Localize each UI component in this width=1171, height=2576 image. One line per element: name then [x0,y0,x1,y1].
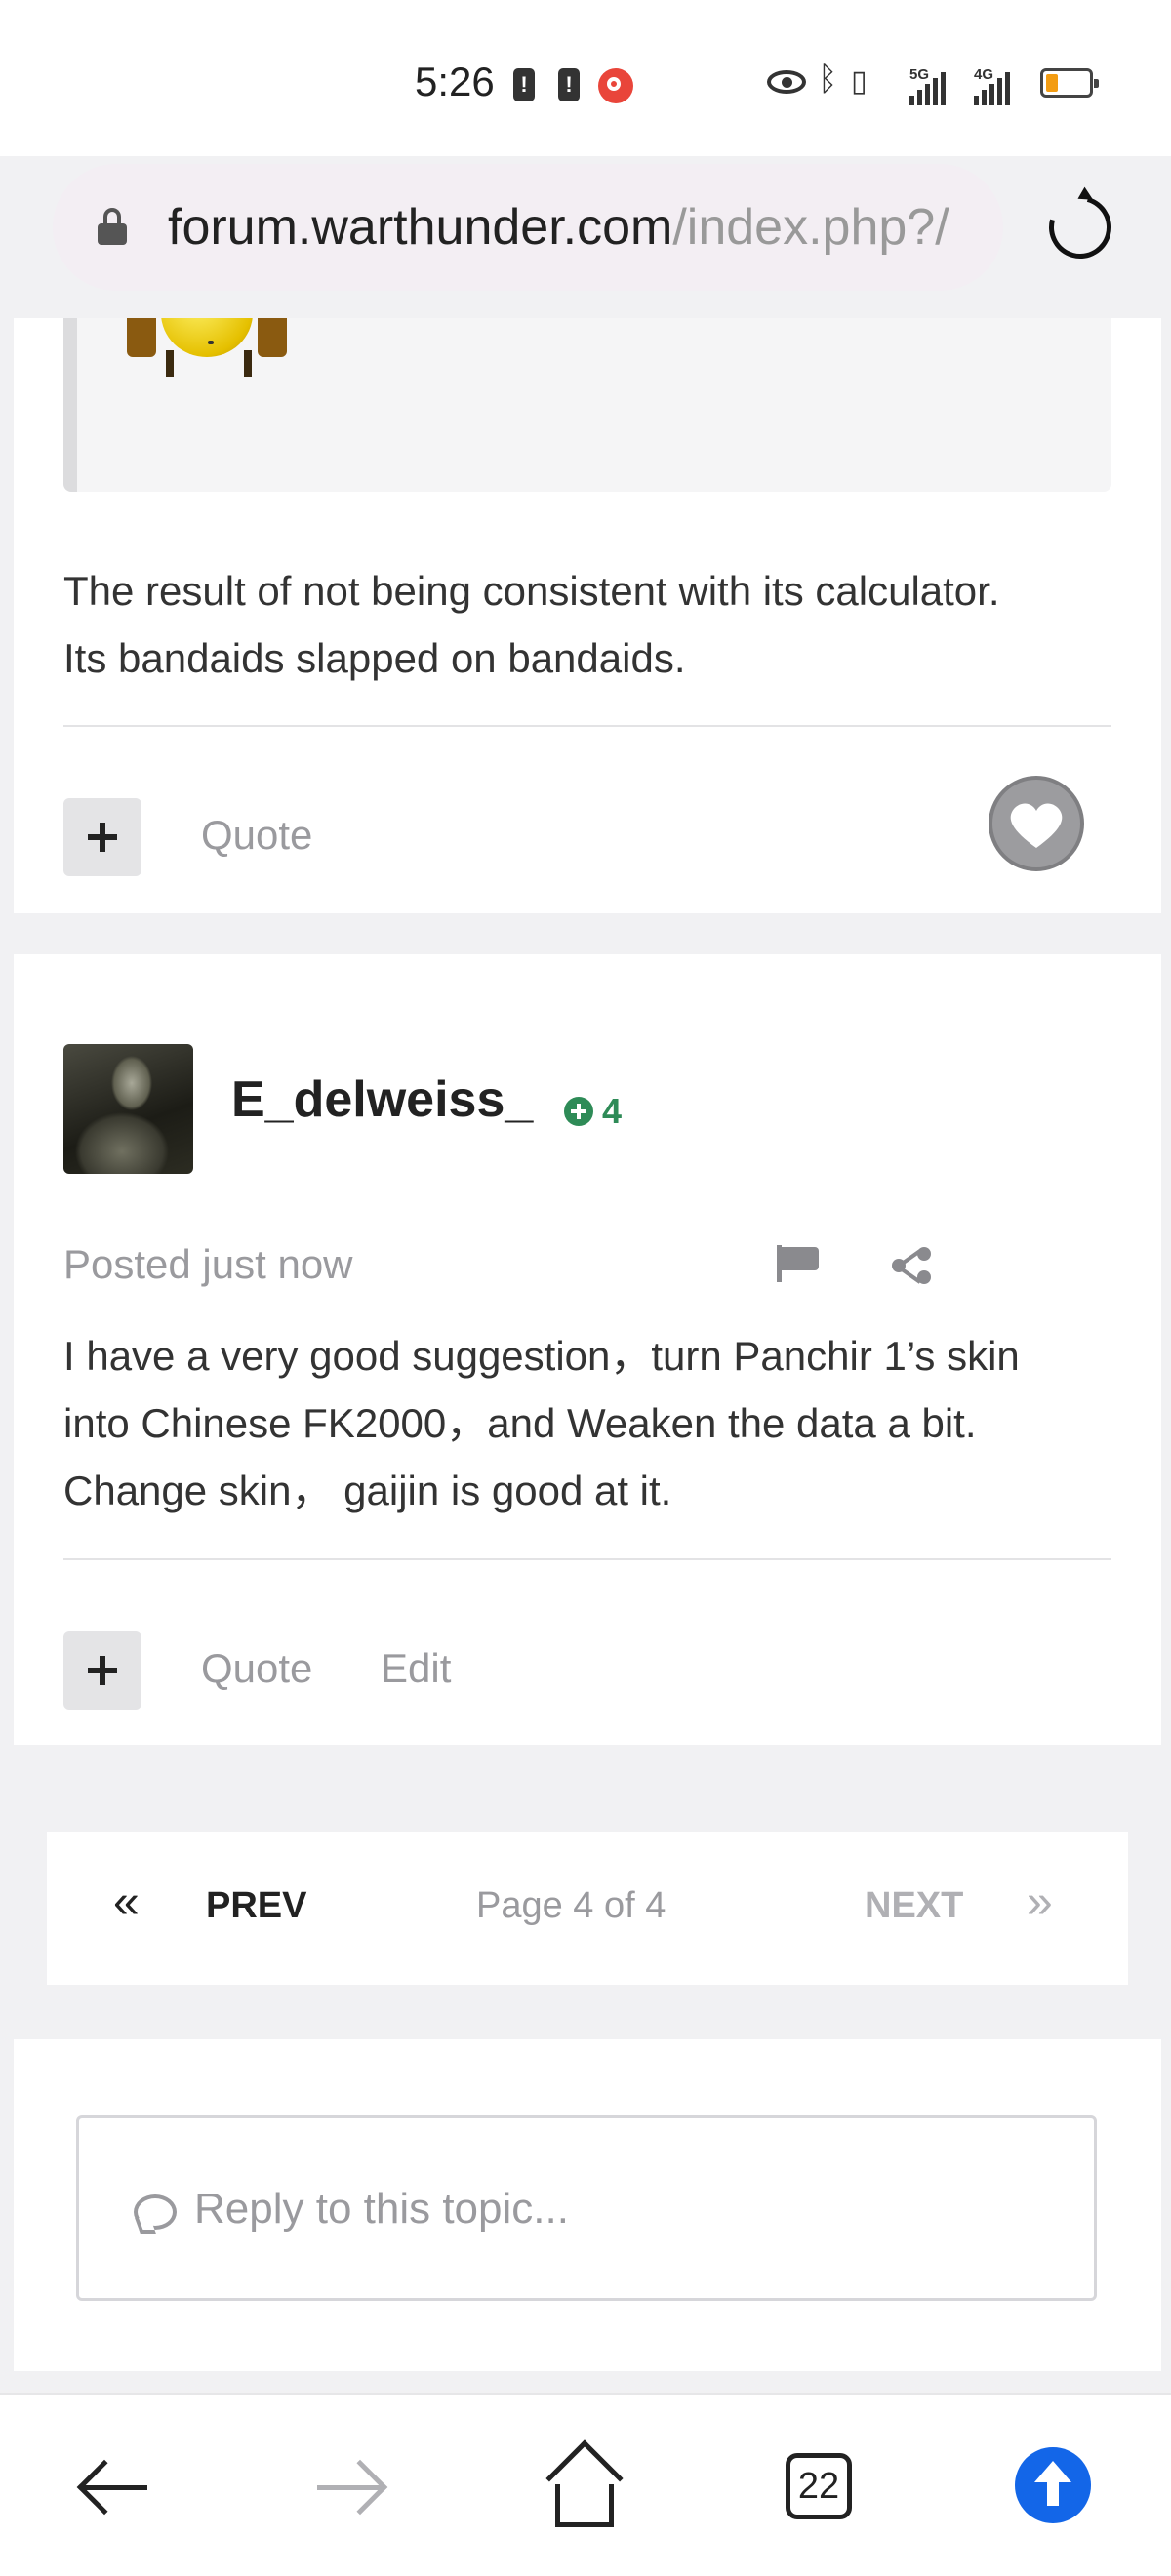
flag-icon[interactable] [777,1245,820,1282]
page-info[interactable]: Page 4 of 4 [476,1885,666,1927]
next-button: NEXT [865,1885,964,1926]
quote-button[interactable]: Quote [201,1645,312,1692]
pagination: « PREV Page 4 of 4 NEXT » [47,1832,1128,1985]
prev-button[interactable]: PREV [206,1885,306,1927]
url-bar[interactable]: forum.warthunder.com/index.php?/ [53,164,1003,291]
reply-input[interactable]: Reply to this topic... [76,2115,1097,2301]
like-button[interactable] [989,776,1084,871]
divider [63,1558,1111,1560]
posted-time: Posted just now [63,1241,353,1287]
avatar[interactable] [63,1044,193,1174]
share-icon[interactable] [890,1245,933,1284]
edit-button[interactable]: Edit [381,1645,451,1692]
reload-icon[interactable] [1037,184,1123,270]
comment-icon [134,2194,177,2230]
lock-icon[interactable] [98,208,127,247]
battery-icon [1040,68,1099,98]
post-body: The result of not being consistent with … [63,568,1000,681]
tabs-icon[interactable]: 22 [776,2443,864,2531]
quote-button[interactable]: Quote [201,812,312,859]
eye-icon [767,70,806,94]
heart-icon [1010,803,1063,848]
forward-arrow-icon[interactable] [307,2443,395,2531]
home-icon[interactable] [540,2439,627,2531]
upload-icon[interactable] [1015,2447,1091,2523]
tab-count: 22 [786,2453,852,2519]
signal-2-icon [974,66,1010,105]
emoji-image [127,318,293,377]
notification-alert-icon: ! [558,68,580,101]
username[interactable]: E_delweiss_ [231,1070,533,1129]
vibrate-icon: ▯ [851,65,868,98]
post-body: I have a very good suggestion，turn Panch… [63,1333,1020,1513]
back-arrow-icon[interactable] [73,2443,161,2531]
app-notification-icon [598,68,633,103]
notification-alert-icon: ! [513,68,535,101]
chevron-double-right-icon: » [1027,1876,1053,1928]
bottom-navigation: 22 [0,2393,1171,2576]
status-time: 5:26 [415,59,495,104]
plus-circle-icon [564,1097,593,1126]
url-text[interactable]: forum.warthunder.com/index.php?/ [168,197,988,258]
bluetooth-icon: ᛒ [818,60,838,98]
plus-button[interactable] [63,798,141,876]
reply-placeholder: Reply to this topic... [194,2185,569,2233]
plus-button[interactable] [63,1631,141,1710]
chevron-double-left-icon[interactable]: « [113,1875,140,1929]
reputation-count: 4 [602,1091,623,1131]
status-bar: 5:26 ! ! ᛒ ▯ 5G 4G [0,0,1171,156]
divider [63,725,1111,727]
signal-1-icon [909,66,946,105]
